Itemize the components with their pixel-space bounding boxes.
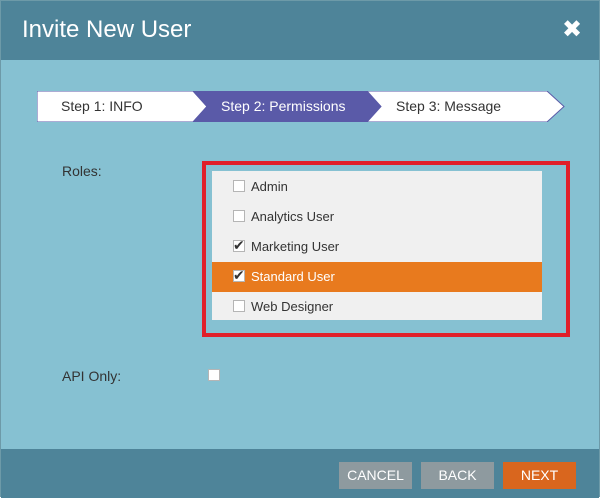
- roles-list[interactable]: Admin Analytics User ✔ Marketing User ✔ …: [212, 171, 542, 320]
- role-checkbox[interactable]: ✔: [233, 267, 245, 283]
- next-button[interactable]: NEXT: [503, 462, 576, 489]
- close-icon[interactable]: ✖: [559, 13, 585, 47]
- step-3-label[interactable]: Step 3: Message: [396, 91, 501, 122]
- role-item-analytics-user[interactable]: Analytics User: [212, 202, 542, 232]
- checkmark-icon: ✔: [233, 237, 245, 253]
- role-item-admin[interactable]: Admin: [212, 172, 542, 202]
- role-label: Admin: [251, 179, 288, 194]
- role-item-web-designer[interactable]: Web Designer: [212, 292, 542, 322]
- role-label: Standard User: [251, 269, 335, 284]
- dialog-titlebar: Invite New User ✖: [1, 1, 599, 60]
- step-1-label[interactable]: Step 1: INFO: [61, 91, 143, 122]
- cancel-button[interactable]: CANCEL: [339, 462, 412, 489]
- role-checkbox[interactable]: [233, 210, 245, 222]
- role-item-standard-user[interactable]: ✔ Standard User: [212, 262, 542, 292]
- role-checkbox[interactable]: [233, 300, 245, 312]
- api-only-label: API Only:: [62, 368, 122, 384]
- role-label: Marketing User: [251, 239, 340, 254]
- role-checkbox[interactable]: [233, 180, 245, 192]
- dialog-title: Invite New User: [22, 16, 192, 43]
- api-only-checkbox[interactable]: [208, 369, 220, 381]
- role-label: Web Designer: [251, 299, 334, 314]
- role-label: Analytics User: [251, 209, 335, 224]
- step-2-label[interactable]: Step 2: Permissions: [221, 91, 346, 122]
- invite-user-dialog: Invite New User ✖ Step 1: INFO Step 2: P…: [0, 0, 600, 498]
- roles-label: Roles:: [62, 163, 102, 179]
- wizard-steps: Step 1: INFO Step 2: Permissions Step 3:…: [37, 91, 565, 122]
- back-button[interactable]: BACK: [421, 462, 494, 489]
- checkmark-icon: ✔: [233, 267, 245, 283]
- role-checkbox[interactable]: ✔: [233, 237, 245, 253]
- role-item-marketing-user[interactable]: ✔ Marketing User: [212, 232, 542, 262]
